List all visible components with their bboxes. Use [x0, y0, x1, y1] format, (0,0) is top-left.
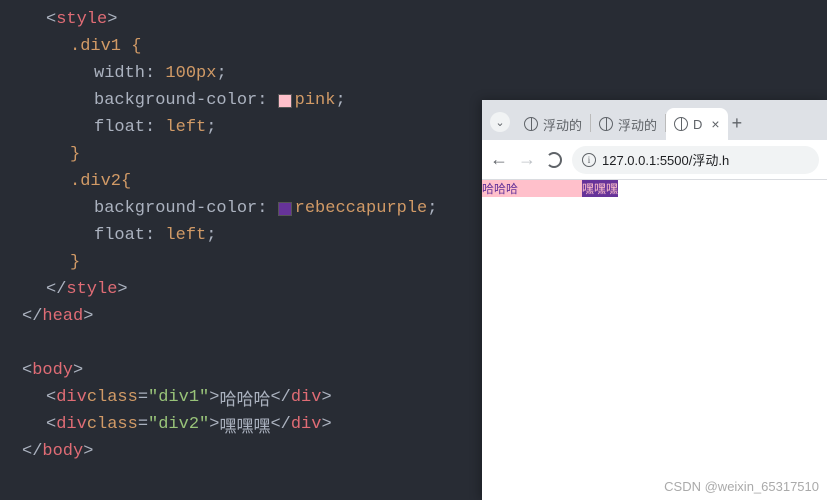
url-text: 127.0.0.1:5500/浮动.h: [602, 150, 729, 169]
code-editor: <style> .div1 { width: 100px; background…: [0, 0, 480, 500]
watermark: CSDN @weixin_65317510: [664, 479, 819, 494]
tab-label: 浮动的: [543, 115, 582, 134]
browser-tab-active[interactable]: D ×: [666, 108, 728, 140]
tab-label: D: [693, 117, 702, 132]
browser-window: ⌄ 浮动的 浮动的 D × + ← → i 127.0.0.1:5500/浮动.…: [482, 100, 827, 500]
address-bar[interactable]: i 127.0.0.1:5500/浮动.h: [572, 146, 819, 174]
page-viewport: 哈哈哈 嘿嘿嘿: [482, 180, 827, 500]
color-swatch-rebeccapurple: [278, 202, 292, 216]
globe-icon: [599, 117, 613, 131]
page-div1: 哈哈哈: [482, 180, 582, 197]
back-button[interactable]: ←: [490, 149, 508, 170]
globe-icon: [524, 117, 538, 131]
tab-label: 浮动的: [618, 115, 657, 134]
site-info-icon[interactable]: i: [582, 153, 596, 167]
color-swatch-pink: [278, 94, 292, 108]
browser-tab[interactable]: 浮动的: [516, 108, 590, 140]
forward-button[interactable]: →: [518, 149, 536, 170]
new-tab-button[interactable]: +: [732, 113, 743, 134]
browser-tab[interactable]: 浮动的: [591, 108, 665, 140]
tab-dropdown-button[interactable]: ⌄: [490, 112, 510, 132]
browser-tab-bar: ⌄ 浮动的 浮动的 D × +: [482, 100, 827, 140]
reload-button[interactable]: [546, 152, 562, 168]
close-icon[interactable]: ×: [711, 116, 719, 132]
globe-icon: [674, 117, 688, 131]
page-div2: 嘿嘿嘿: [582, 180, 618, 197]
browser-toolbar: ← → i 127.0.0.1:5500/浮动.h: [482, 140, 827, 180]
